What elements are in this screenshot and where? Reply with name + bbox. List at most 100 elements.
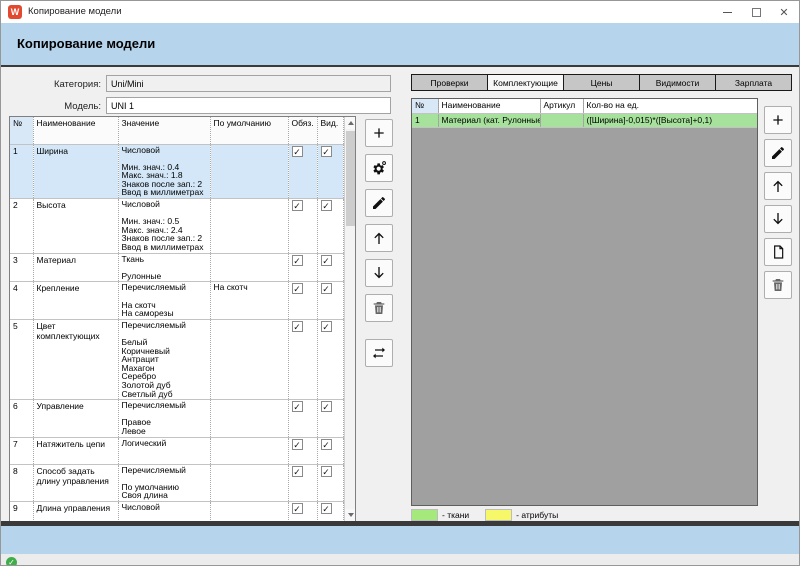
delete-component-button[interactable] bbox=[764, 271, 792, 299]
maximize-button[interactable] bbox=[742, 1, 770, 23]
category-input bbox=[106, 75, 391, 92]
components-table: №НаименованиеАртикулКол-во на ед. 1Матер… bbox=[411, 98, 758, 506]
parameter-row[interactable]: 8Способ задать длину управленияПеречисля… bbox=[10, 464, 343, 501]
visible-checkbox[interactable]: ✓ bbox=[321, 255, 332, 266]
move-component-down-button[interactable] bbox=[764, 205, 792, 233]
scroll-up-icon[interactable] bbox=[345, 117, 357, 129]
plus-icon bbox=[770, 112, 786, 128]
trash-icon bbox=[770, 277, 786, 293]
column-header: № bbox=[10, 117, 33, 144]
edit-component-button[interactable] bbox=[764, 139, 792, 167]
move-component-up-button[interactable] bbox=[764, 172, 792, 200]
legend-label: - атрибуты bbox=[516, 510, 558, 520]
tab-Комплектующие[interactable]: Комплектующие bbox=[487, 74, 564, 91]
status-ok-icon: ✓ bbox=[6, 557, 17, 566]
scroll-down-icon[interactable] bbox=[345, 509, 357, 521]
required-checkbox[interactable]: ✓ bbox=[292, 146, 303, 157]
page-icon bbox=[770, 244, 786, 260]
required-checkbox[interactable]: ✓ bbox=[292, 321, 303, 332]
legend-swatch bbox=[485, 509, 512, 521]
column-header: № bbox=[412, 99, 438, 113]
visible-checkbox[interactable]: ✓ bbox=[321, 503, 332, 514]
required-checkbox[interactable]: ✓ bbox=[292, 466, 303, 477]
parameters-table: №НаименованиеЗначениеПо умолчаниюОбяз.Ви… bbox=[9, 116, 356, 522]
parameter-row[interactable]: 1ШиринаЧисловой Мин. знач.: 0.4 Макс. зн… bbox=[10, 144, 343, 199]
app-icon: W bbox=[8, 5, 22, 19]
component-row[interactable]: 1Материал (кат. Рулонные)([Ширина]-0,015… bbox=[412, 113, 757, 127]
required-checkbox[interactable]: ✓ bbox=[292, 200, 303, 211]
delete-parameter-button[interactable] bbox=[365, 294, 393, 322]
arrow-up-icon bbox=[770, 178, 786, 194]
visible-checkbox[interactable]: ✓ bbox=[321, 321, 332, 332]
copy-component-button[interactable] bbox=[764, 238, 792, 266]
column-header: Наименование bbox=[33, 117, 118, 144]
status-bar bbox=[1, 554, 800, 566]
required-checkbox[interactable]: ✓ bbox=[292, 503, 303, 514]
visible-checkbox[interactable]: ✓ bbox=[321, 401, 332, 412]
column-header: Обяз. bbox=[288, 117, 317, 144]
move-parameter-up-button[interactable] bbox=[365, 224, 393, 252]
column-header: По умолчанию bbox=[210, 117, 288, 144]
required-checkbox[interactable]: ✓ bbox=[292, 401, 303, 412]
column-header: Наименование bbox=[438, 99, 540, 113]
column-header: Значение bbox=[118, 117, 210, 144]
arrow-up-icon bbox=[371, 230, 387, 246]
add-parameter-button[interactable] bbox=[365, 119, 393, 147]
legend-label: - ткани bbox=[442, 510, 469, 520]
column-header: Артикул bbox=[540, 99, 583, 113]
parameter-row[interactable]: 4КреплениеПеречисляемый На скотч На само… bbox=[10, 282, 343, 319]
visible-checkbox[interactable]: ✓ bbox=[321, 200, 332, 211]
tab-Цены[interactable]: Цены bbox=[563, 74, 640, 91]
parameter-row[interactable]: 6УправлениеПеречисляемый Правое Левое✓✓ bbox=[10, 400, 343, 437]
pencil-icon bbox=[371, 195, 387, 211]
parameters-table-header: №НаименованиеЗначениеПо умолчаниюОбяз.Ви… bbox=[10, 117, 343, 144]
left-table-scrollbar[interactable] bbox=[344, 117, 356, 521]
move-parameter-down-button[interactable] bbox=[365, 259, 393, 287]
title-bar: W Копирование модели ✕ bbox=[1, 1, 800, 23]
app-window: W Копирование модели ✕ Копирование модел… bbox=[0, 0, 800, 566]
trash-icon bbox=[371, 300, 387, 316]
components-table-header: №НаименованиеАртикулКол-во на ед. bbox=[412, 99, 757, 113]
pencil-icon bbox=[770, 145, 786, 161]
gears-icon bbox=[371, 160, 387, 176]
parameter-row[interactable]: 3МатериалТкань Рулонные✓✓ bbox=[10, 253, 343, 282]
page-title: Копирование модели bbox=[17, 36, 155, 51]
legend-swatch bbox=[411, 509, 438, 521]
visible-checkbox[interactable]: ✓ bbox=[321, 439, 332, 450]
arrow-down-icon bbox=[371, 265, 387, 281]
parameter-row[interactable]: 2ВысотаЧисловой Мин. знач.: 0.5 Макс. зн… bbox=[10, 199, 343, 254]
page-header: Копирование модели bbox=[1, 23, 800, 65]
configure-parameter-button[interactable] bbox=[365, 154, 393, 182]
legend: - ткани - атрибуты bbox=[411, 508, 574, 522]
category-label: Категория: bbox=[1, 79, 101, 90]
minimize-button[interactable] bbox=[713, 1, 741, 23]
swap-icon bbox=[371, 345, 387, 361]
column-header: Кол-во на ед. bbox=[583, 99, 757, 113]
edit-parameter-button[interactable] bbox=[365, 189, 393, 217]
footer-bar: Сохранить bbox=[1, 526, 800, 554]
swap-parameters-button[interactable] bbox=[365, 339, 393, 367]
plus-icon bbox=[371, 125, 387, 141]
column-header: Вид. bbox=[317, 117, 343, 144]
tab-Видимости[interactable]: Видимости bbox=[639, 74, 716, 91]
visible-checkbox[interactable]: ✓ bbox=[321, 283, 332, 294]
add-component-button[interactable] bbox=[764, 106, 792, 134]
arrow-down-icon bbox=[770, 211, 786, 227]
right-panel-tabs: ПроверкиКомплектующиеЦеныВидимостиЗарпла… bbox=[411, 74, 792, 91]
close-button[interactable]: ✕ bbox=[770, 1, 798, 23]
tab-Зарплата[interactable]: Зарплата bbox=[715, 74, 792, 91]
required-checkbox[interactable]: ✓ bbox=[292, 283, 303, 294]
window-title: Копирование модели bbox=[28, 6, 122, 17]
header-separator bbox=[1, 65, 800, 67]
required-checkbox[interactable]: ✓ bbox=[292, 439, 303, 450]
parameter-row[interactable]: 5Цвет комплектующихПеречисляемый Белый К… bbox=[10, 319, 343, 399]
parameter-row[interactable]: 7Натяжитель цепиЛогический✓✓ bbox=[10, 437, 343, 464]
model-input[interactable] bbox=[106, 97, 391, 114]
parameter-row[interactable]: 9Длина управленияЧисловой Знаков после з… bbox=[10, 501, 343, 522]
model-label: Модель: bbox=[1, 101, 101, 112]
tab-Проверки[interactable]: Проверки bbox=[411, 74, 488, 91]
scrollbar-thumb[interactable] bbox=[346, 131, 356, 226]
visible-checkbox[interactable]: ✓ bbox=[321, 146, 332, 157]
visible-checkbox[interactable]: ✓ bbox=[321, 466, 332, 477]
required-checkbox[interactable]: ✓ bbox=[292, 255, 303, 266]
